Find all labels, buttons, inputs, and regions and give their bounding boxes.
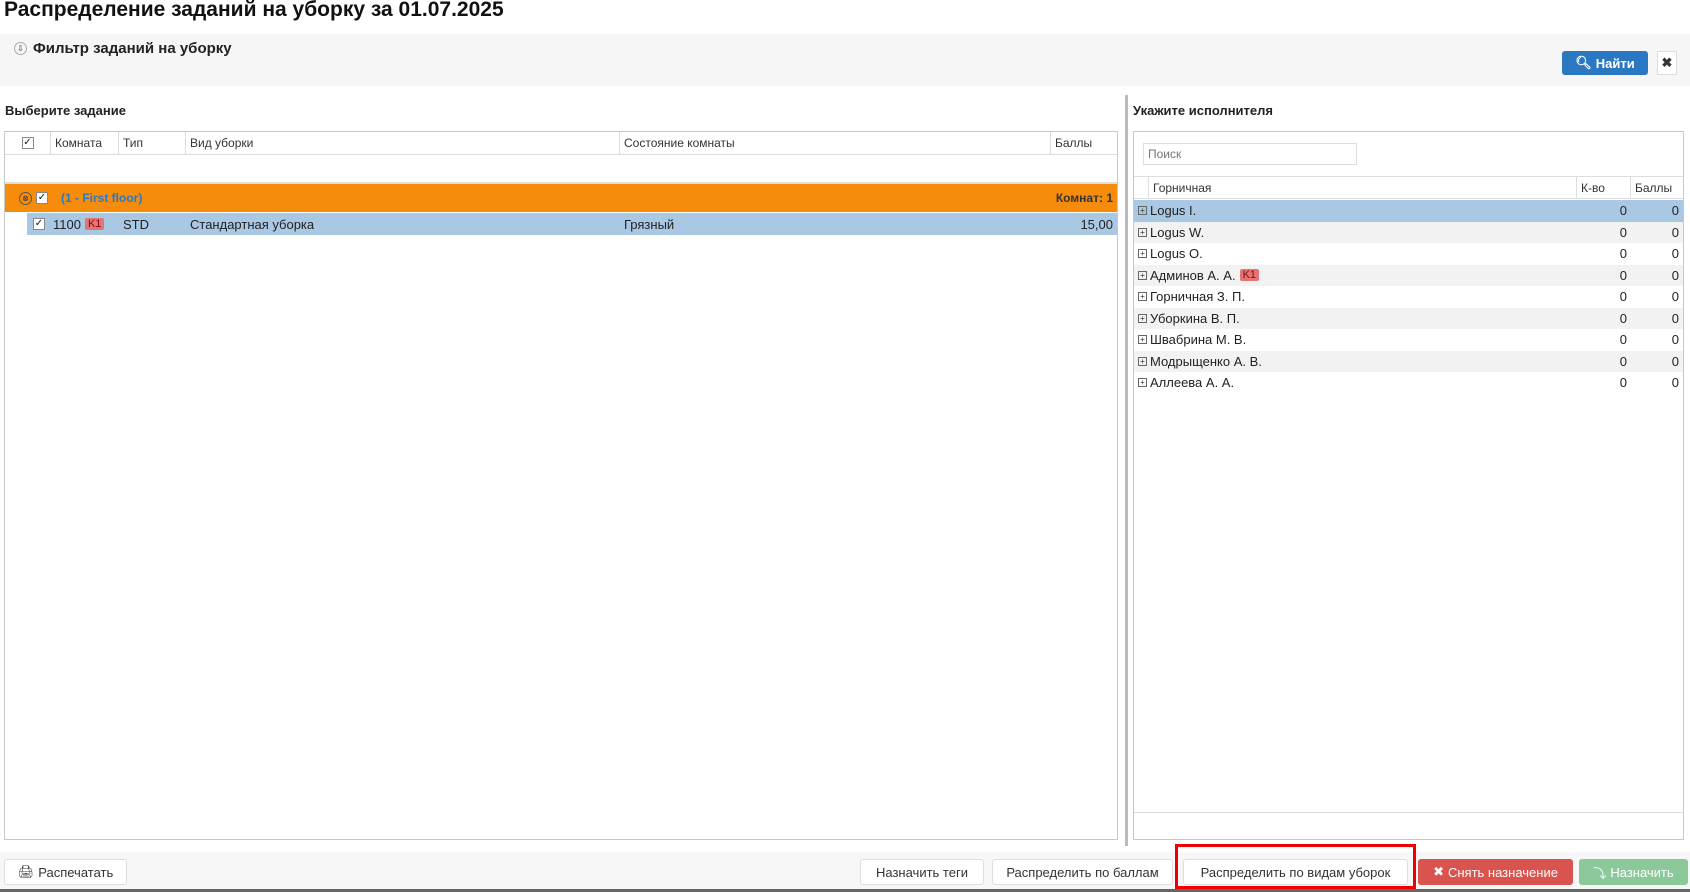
filter-panel: ⇩ Фильтр заданий на уборку 🔍︎ Найти ✖ — [0, 34, 1690, 86]
search-icon: 🔍︎ — [1575, 55, 1592, 70]
maid-row[interactable]: + Модрыщенко А. В. 0 0 — [1134, 350, 1683, 372]
maid-name: Аллеева А. А. — [1150, 375, 1235, 391]
collapse-icon[interactable]: ⊗ — [19, 191, 32, 205]
maid-name: Швабрина М. В. — [1150, 332, 1247, 348]
expand-icon[interactable]: + — [1138, 206, 1147, 216]
maids-title: Укажите исполнителя — [1133, 103, 1273, 118]
maid-name: Logus O. — [1150, 246, 1203, 262]
maid-count: 0 — [1619, 332, 1627, 348]
unassign-button[interactable]: ✖ Снять назначение — [1418, 859, 1573, 885]
maid-points: 0 — [1671, 310, 1679, 326]
maid-name: Модрыщенко А. В. — [1150, 353, 1262, 369]
distribute-by-kinds-button[interactable]: Распределить по видам уборок — [1183, 859, 1408, 885]
maid-row[interactable]: + Logus W. 0 0 — [1134, 221, 1683, 243]
distribute-by-points-button[interactable]: Распределить по баллам — [992, 859, 1173, 885]
expand-icon[interactable]: + — [1138, 270, 1147, 280]
maid-row[interactable]: + Аллеева А. А. 0 0 — [1134, 372, 1683, 394]
close-icon: ✖ — [1433, 864, 1444, 879]
maid-row[interactable]: + Logus I. 0 0 — [1134, 200, 1683, 222]
expand-icon[interactable]: + — [1138, 227, 1147, 237]
expand-icon[interactable]: + — [1138, 249, 1147, 259]
expand-icon[interactable]: + — [1138, 378, 1147, 388]
print-label: Распечатать — [38, 864, 114, 880]
unassign-label: Снять назначение — [1447, 864, 1558, 880]
assign-arrow-icon: ⤵ — [1593, 865, 1607, 881]
tag-badge: K1 — [84, 218, 105, 230]
col-state[interactable]: Состояние комнаты — [620, 132, 1051, 154]
tasks-title: Выберите задание — [5, 103, 126, 118]
maid-row[interactable]: + Logus O. 0 0 — [1134, 243, 1683, 265]
room-type: STD — [123, 216, 149, 232]
search-input[interactable] — [1143, 143, 1357, 165]
maids-header: Горничная К-во Баллы — [1134, 176, 1683, 199]
expand-icon[interactable]: + — [1138, 335, 1147, 345]
room-state: Грязный — [624, 216, 675, 232]
maid-count: 0 — [1619, 289, 1627, 305]
maid-name: Уборкина В. П. — [1150, 310, 1240, 326]
points: 15,00 — [1080, 216, 1113, 232]
col-maid[interactable]: Горничная — [1149, 177, 1577, 198]
assign-label: Назначить — [1610, 864, 1674, 880]
tasks-grid: ✓ Комната Тип Вид уборки Состояние комна… — [4, 131, 1118, 840]
maid-points: 0 — [1671, 289, 1679, 305]
group-summary: Комнат: 1 — [1055, 191, 1113, 205]
col-kind[interactable]: Вид уборки — [186, 132, 620, 154]
maid-row[interactable]: + Горничная З. П. 0 0 — [1134, 286, 1683, 308]
close-icon: ✖ — [1661, 55, 1673, 70]
room: 1100 — [53, 216, 81, 232]
group-checkbox[interactable]: ✓ — [36, 192, 48, 204]
maid-count: 0 — [1619, 224, 1627, 240]
assign-button[interactable]: ⤵ Назначить — [1579, 859, 1688, 885]
maid-count: 0 — [1619, 353, 1627, 369]
maid-points: 0 — [1671, 203, 1679, 219]
col-room[interactable]: Комната — [51, 132, 119, 154]
row-checkbox[interactable]: ✓ — [33, 218, 45, 230]
maid-points: 0 — [1671, 224, 1679, 240]
maid-count: 0 — [1619, 267, 1627, 283]
tag-badge: K1 — [1239, 269, 1260, 282]
col-points[interactable]: Баллы — [1051, 132, 1117, 154]
printer-icon: 🖨︎ — [17, 864, 35, 879]
find-button[interactable]: 🔍︎ Найти — [1562, 51, 1648, 75]
maid-count: 0 — [1619, 203, 1627, 219]
expand-icon[interactable]: + — [1138, 292, 1147, 302]
maid-name: Logus W. — [1150, 224, 1205, 240]
maid-points: 0 — [1671, 246, 1679, 262]
maid-count: 0 — [1619, 246, 1627, 262]
col-count[interactable]: К-во — [1577, 177, 1631, 198]
expand-icon: ⇩ — [14, 42, 27, 55]
select-all[interactable]: ✓ — [5, 132, 51, 154]
group-label: (1 - First floor) — [61, 191, 143, 205]
expand-icon[interactable]: + — [1138, 313, 1147, 323]
maids-grid: Горничная К-во Баллы +Logus I.00+Logus W… — [1133, 131, 1684, 840]
maid-count: 0 — [1619, 310, 1627, 326]
group-row[interactable]: ⊗ ✓ (1 - First floor) Комнат: 1 — [5, 182, 1117, 212]
maid-count: 0 — [1619, 375, 1627, 391]
maid-points: 0 — [1671, 267, 1679, 283]
clear-filter-button[interactable]: ✖ — [1657, 51, 1677, 75]
task-row[interactable]: ✓ 1100 K1 STD Стандартная уборка Грязный … — [27, 213, 1117, 235]
expand-icon[interactable]: + — [1138, 356, 1147, 366]
maid-points: 0 — [1671, 332, 1679, 348]
maid-points: 0 — [1671, 353, 1679, 369]
print-button[interactable]: 🖨︎ Распечатать — [4, 859, 127, 885]
page-title: Распределение заданий на уборку за 01.07… — [4, 0, 504, 21]
tasks-header: ✓ Комната Тип Вид уборки Состояние комна… — [5, 132, 1117, 155]
col-type[interactable]: Тип — [119, 132, 186, 154]
maid-name: Logus I. — [1150, 203, 1197, 219]
assign-tags-button[interactable]: Назначить теги — [860, 859, 984, 885]
filter-title: Фильтр заданий на уборку — [33, 40, 232, 57]
checkbox-icon: ✓ — [21, 137, 34, 149]
maid-name: Горничная З. П. — [1150, 289, 1245, 305]
maid-row[interactable]: + Уборкина В. П. 0 0 — [1134, 307, 1683, 329]
filter-toggle[interactable]: ⇩ Фильтр заданий на уборку — [14, 40, 232, 57]
cleaning-kind: Стандартная уборка — [190, 216, 315, 232]
col-maid-points[interactable]: Баллы — [1631, 177, 1683, 198]
maid-row[interactable]: + Админов А. А. K1 0 0 — [1134, 264, 1683, 286]
maid-points: 0 — [1671, 375, 1679, 391]
maid-name: Админов А. А. — [1150, 267, 1236, 283]
maid-row[interactable]: + Швабрина М. В. 0 0 — [1134, 329, 1683, 351]
find-label: Найти — [1595, 55, 1635, 71]
splitter[interactable] — [1125, 95, 1128, 846]
